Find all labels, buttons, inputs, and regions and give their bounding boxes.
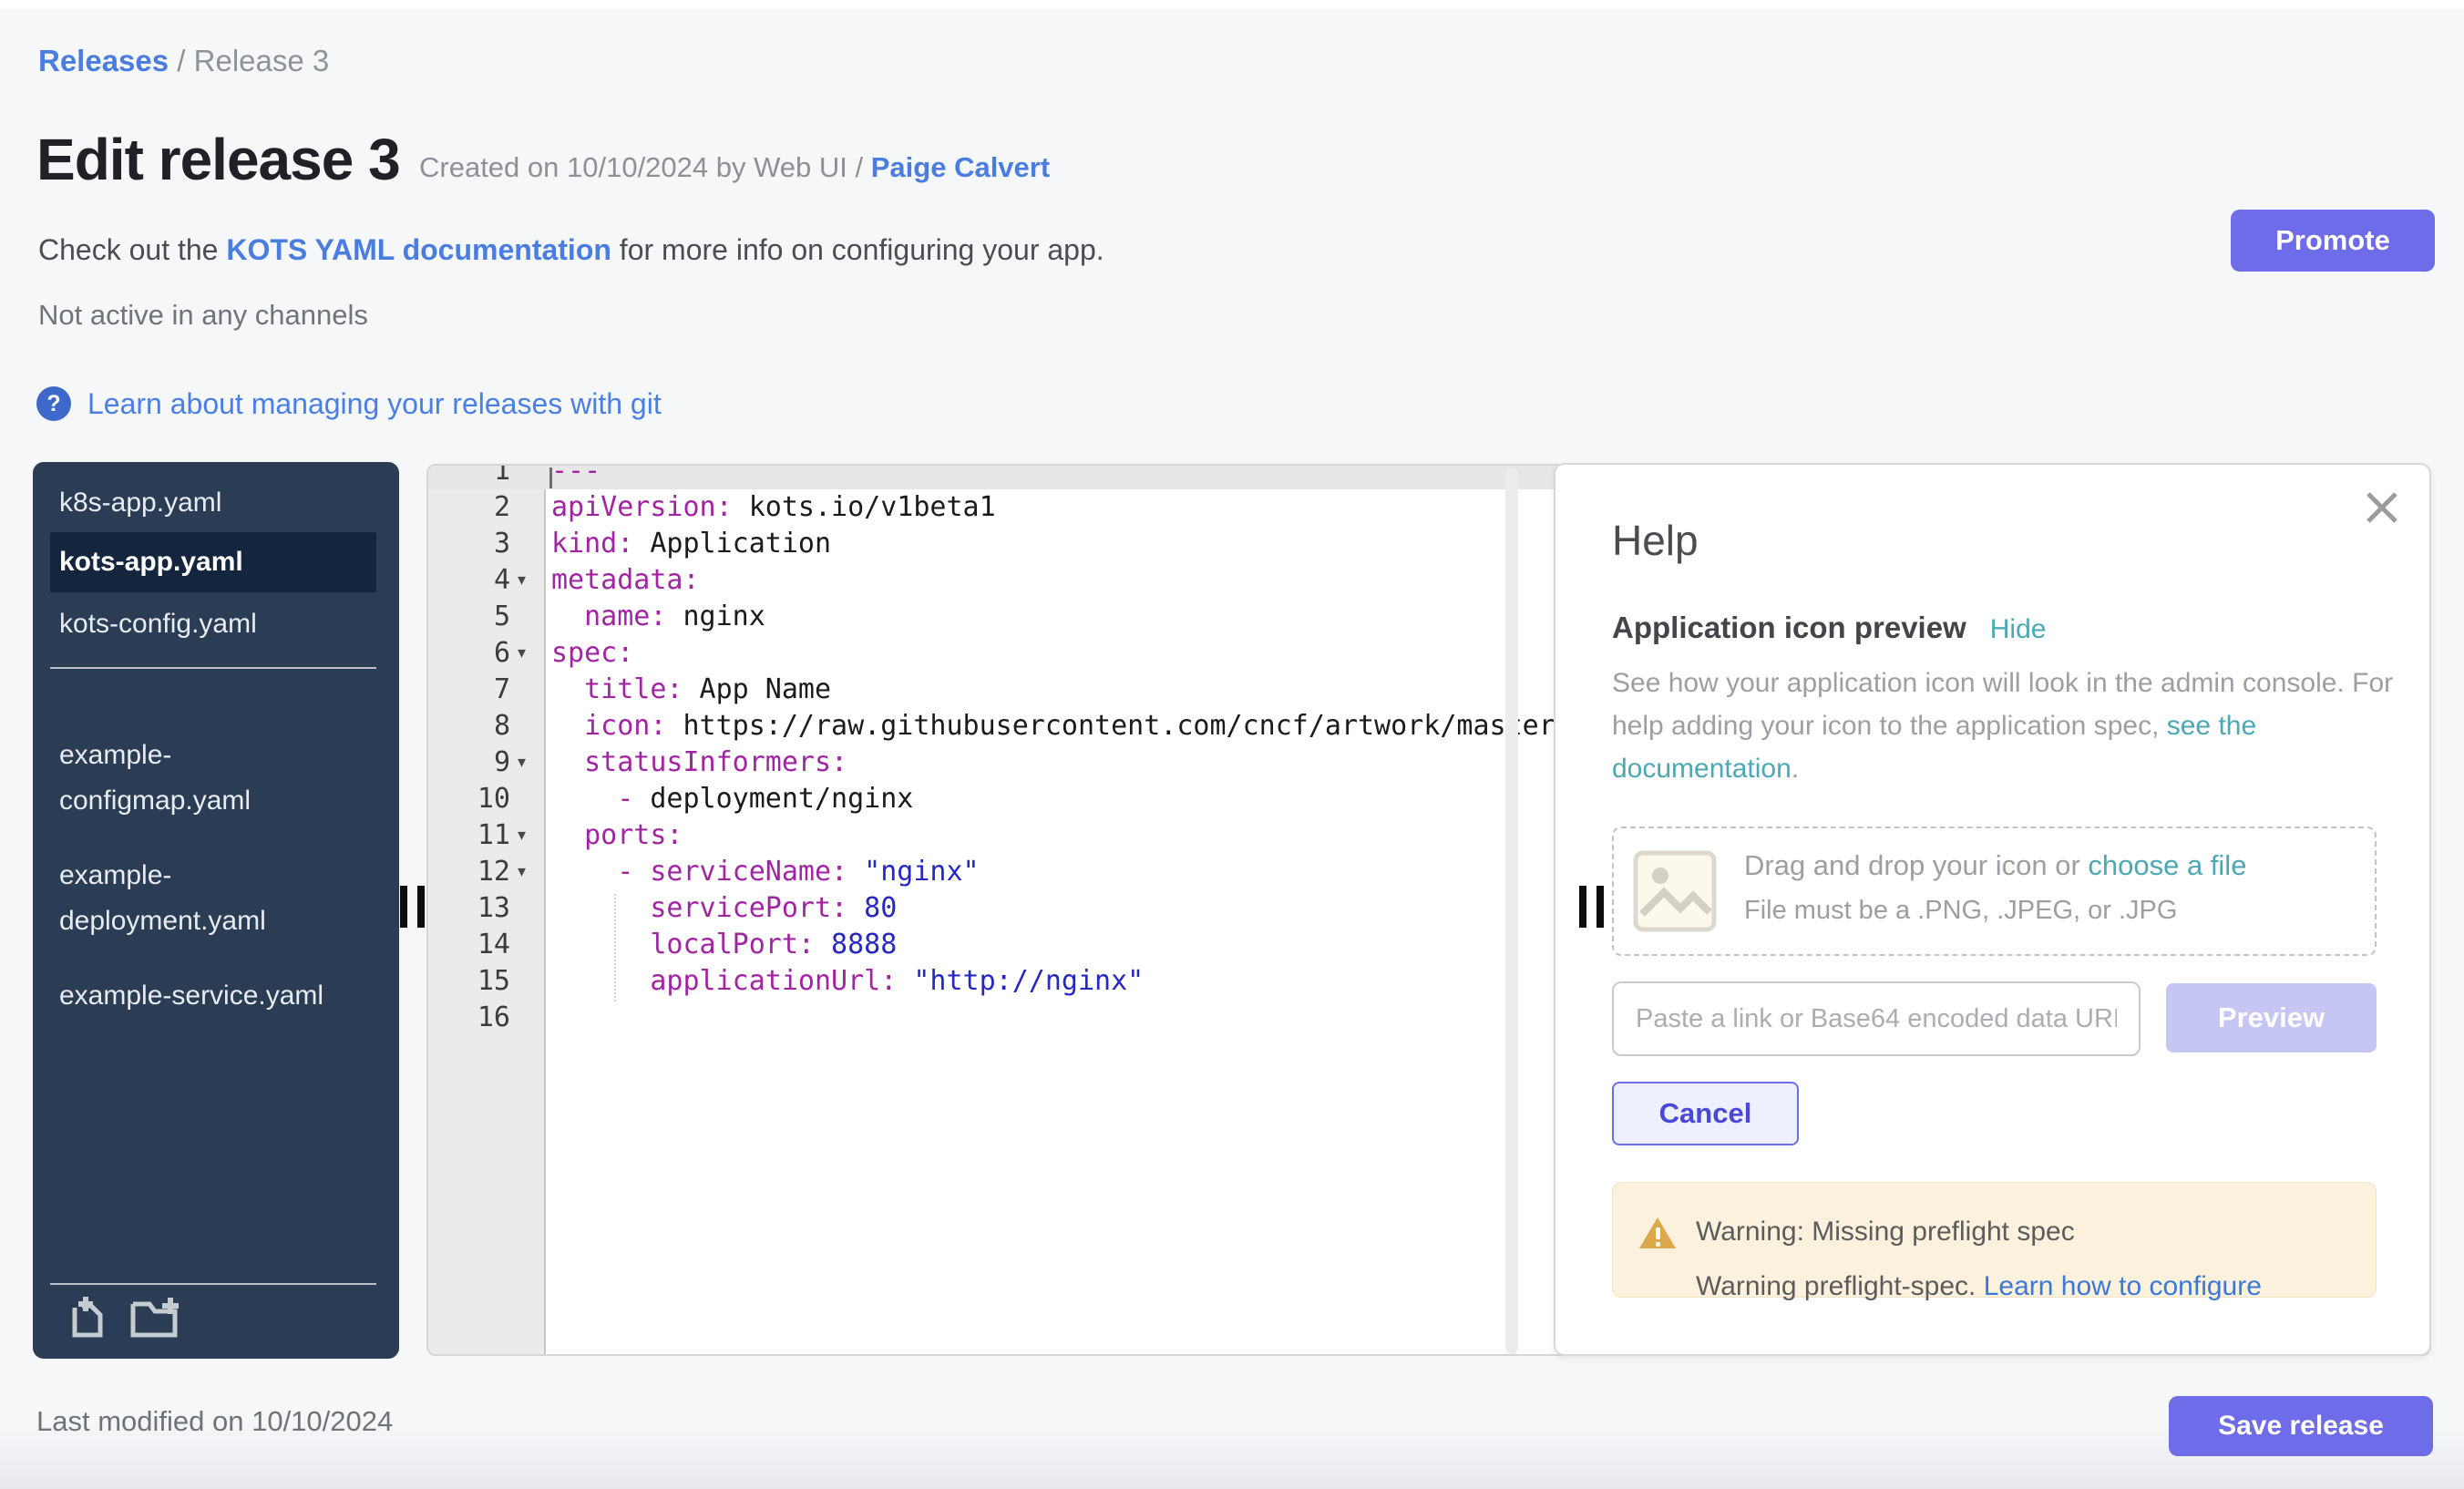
fold-arrow-icon[interactable]: ▾ (518, 854, 526, 890)
fold-arrow-icon[interactable]: ▾ (518, 635, 526, 672)
choose-file-link[interactable]: choose a file (2088, 849, 2246, 881)
code-line[interactable]: --- (551, 464, 1572, 489)
dropzone-line1: Drag and drop your icon or choose a file (1744, 849, 2246, 882)
git-releases-link[interactable]: Learn about managing your releases with … (87, 387, 662, 421)
gutter-line[interactable]: 5 (428, 599, 546, 635)
help-description: See how your application icon will look … (1612, 662, 2396, 790)
sidebar-item-kots-app-yaml[interactable]: kots-app.yaml (50, 532, 376, 592)
warning-line2: Warning preflight-spec. Learn how to con… (1696, 1271, 2262, 1302)
sidebar-resize-handle[interactable] (400, 886, 427, 928)
fold-arrow-icon[interactable]: ▾ (518, 817, 526, 854)
new-file-icon[interactable] (69, 1295, 109, 1343)
breadcrumb-releases-link[interactable]: Releases (38, 44, 169, 77)
release-editor-page: Releases / Release 3 Edit release 3 Crea… (0, 0, 2464, 1489)
help-description-text: See how your application icon will look … (1612, 668, 2393, 741)
warning-triangle-icon (1638, 1216, 1677, 1255)
dropzone-line2: File must be a .PNG, .JPEG, or .JPG (1744, 896, 2177, 926)
gutter-line[interactable]: 12▾ (428, 854, 546, 890)
cancel-button[interactable]: Cancel (1612, 1082, 1799, 1145)
breadcrumb-separator: / (169, 44, 194, 77)
channel-status: Not active in any channels (38, 299, 368, 332)
created-author-link[interactable]: Paige Calvert (871, 151, 1050, 183)
breadcrumb: Releases / Release 3 (38, 44, 329, 78)
gutter-rows: 1234▾56▾789▾1011▾12▾13141516 (428, 464, 546, 1036)
gutter-line[interactable]: 4▾ (428, 562, 546, 599)
code-line[interactable]: apiVersion: kots.io/v1beta1 (551, 489, 1572, 526)
section-title: Application icon preview (1612, 611, 1966, 644)
code-line[interactable]: statusInformers: (551, 744, 1572, 781)
promote-button[interactable]: Promote (2231, 210, 2435, 272)
hide-link[interactable]: Hide (1990, 614, 2047, 644)
icon-dropzone[interactable]: Drag and drop your icon or choose a file… (1612, 827, 2377, 956)
kots-yaml-doc-link[interactable]: KOTS YAML documentation (226, 233, 611, 266)
gutter-line[interactable]: 10 (428, 781, 546, 817)
sidebar-footer-divider (50, 1283, 376, 1285)
warning-line1: Warning: Missing preflight spec (1696, 1217, 2075, 1248)
save-release-button[interactable]: Save release (2169, 1396, 2433, 1456)
icon-url-input[interactable] (1612, 981, 2141, 1056)
sidebar-item-example-configmap-yaml[interactable]: example- configmap.yaml (33, 733, 399, 824)
breadcrumb-current: Release 3 (194, 44, 330, 77)
created-text: Created on 10/10/2024 by Web UI / (419, 151, 871, 183)
gutter-line[interactable]: 8 (428, 708, 546, 744)
gutter-line[interactable]: 6▾ (428, 635, 546, 672)
gutter-line[interactable]: 2 (428, 489, 546, 526)
icon-preview-section-header: Application icon preview Hide (1612, 611, 2046, 645)
learn-configure-link[interactable]: Learn how to configure (1984, 1271, 2262, 1301)
gutter-line[interactable]: 14 (428, 927, 546, 963)
gutter-line[interactable]: 11▾ (428, 817, 546, 854)
code-line[interactable]: title: App Name (551, 672, 1572, 708)
created-line: Created on 10/10/2024 by Web UI / Paige … (419, 151, 1050, 184)
code-line[interactable]: spec: (551, 635, 1572, 672)
fold-arrow-icon[interactable]: ▾ (518, 744, 526, 781)
gutter-line[interactable]: 9▾ (428, 744, 546, 781)
code-line[interactable]: applicationUrl: "http://nginx" (551, 963, 1572, 1000)
image-placeholder-icon (1633, 850, 1717, 937)
new-folder-icon[interactable] (129, 1295, 182, 1343)
fold-arrow-icon[interactable]: ▾ (518, 562, 526, 599)
gutter-line[interactable]: 13 (428, 890, 546, 927)
doc-hint-prefix: Check out the (38, 233, 226, 266)
text-caret (549, 467, 552, 488)
gutter-line[interactable]: 3 (428, 526, 546, 562)
code-line[interactable]: - deployment/nginx (551, 781, 1572, 817)
gutter-line[interactable]: 1 (428, 464, 546, 489)
question-mark-icon: ? (36, 386, 71, 421)
gutter-line[interactable]: 7 (428, 672, 546, 708)
sidebar-footer-icons (69, 1295, 182, 1343)
code-line[interactable]: name: nginx (551, 599, 1572, 635)
editor-scrollbar[interactable] (1505, 468, 1518, 1354)
gutter-line[interactable]: 15 (428, 963, 546, 1000)
gutter-line[interactable]: 16 (428, 1000, 546, 1036)
sidebar-divider (50, 667, 376, 669)
help-panel-resize-handle[interactable] (1579, 886, 1607, 928)
help-panel: Help Application icon preview Hide See ho… (1554, 463, 2431, 1356)
sidebar-item-example-service-yaml[interactable]: example-service.yaml (33, 973, 399, 1019)
code-line[interactable]: metadata: (551, 562, 1572, 599)
file-sidebar: k8s-app.yaml kots-app.yaml kots-config.yam… (33, 462, 399, 1359)
indent-guide (614, 894, 616, 1001)
code-line[interactable]: kind: Application (551, 526, 1572, 562)
preflight-warning: Warning: Missing preflight spec Warning … (1612, 1182, 2377, 1298)
sidebar-item-example-deployment-yaml[interactable]: example- deployment.yaml (33, 853, 399, 944)
code-line[interactable] (551, 1000, 1572, 1036)
code-rows: ---apiVersion: kots.io/v1beta1kind: Appl… (551, 464, 1572, 1036)
close-icon[interactable] (2365, 490, 2399, 525)
code-line[interactable]: localPort: 8888 (551, 927, 1572, 963)
preview-button[interactable]: Preview (2166, 983, 2377, 1053)
help-title: Help (1612, 516, 1699, 565)
sidebar-item-k8s-app-yaml[interactable]: k8s-app.yaml (33, 480, 399, 526)
sidebar-item-kots-config-yaml[interactable]: kots-config.yaml (33, 601, 399, 647)
code-line[interactable]: - serviceName: "nginx" (551, 854, 1572, 890)
file-list: k8s-app.yaml kots-app.yaml kots-config.yam… (33, 480, 399, 1019)
code-line[interactable]: icon: https://raw.githubusercontent.com/… (551, 708, 1572, 744)
last-modified-text: Last modified on 10/10/2024 (36, 1405, 393, 1438)
doc-hint-line: Check out the KOTS YAML documentation fo… (38, 233, 1104, 267)
page-title: Edit release 3 (36, 126, 400, 193)
code-line[interactable]: ports: (551, 817, 1572, 854)
doc-hint-suffix: for more info on configuring your app. (611, 233, 1104, 266)
code-line[interactable]: servicePort: 80 (551, 890, 1572, 927)
git-help-row: ? Learn about managing your releases wit… (36, 386, 662, 421)
